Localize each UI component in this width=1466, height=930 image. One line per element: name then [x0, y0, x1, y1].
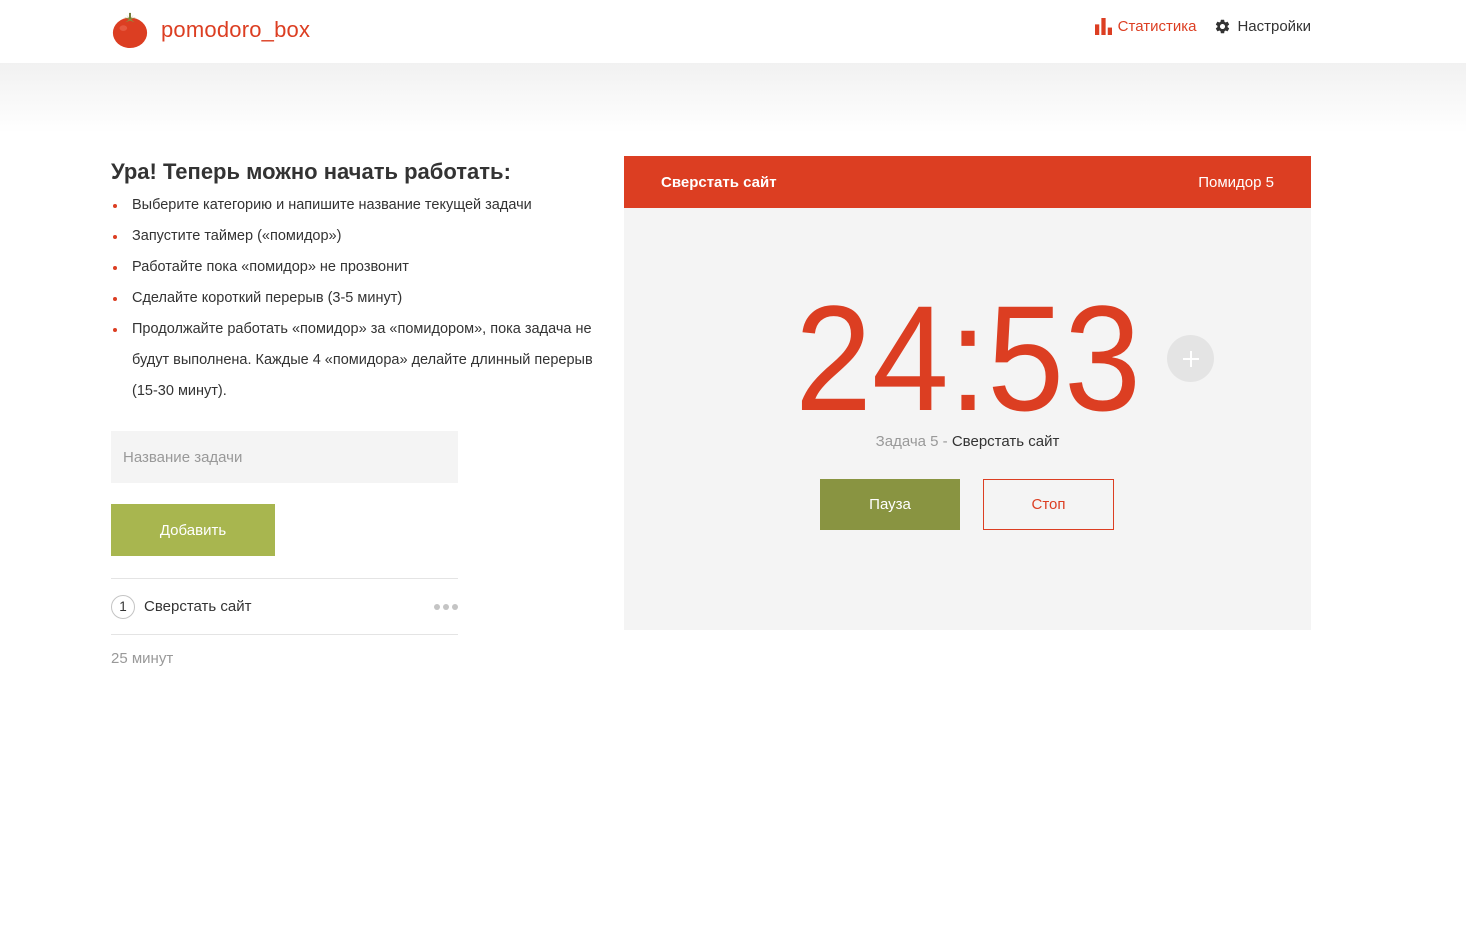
timer-header: Сверстать сайт Помидор 5 [624, 156, 1311, 208]
bar-chart-icon [1094, 18, 1112, 35]
task-name-input[interactable] [111, 431, 458, 483]
total-time: 25 минут [111, 650, 174, 667]
logo-text: pomodoro_box [161, 17, 311, 42]
nav-statistics-link[interactable]: Статистика [1094, 18, 1197, 35]
timer-card: Сверстать сайт Помидор 5 24:53 Задача 5 … [624, 156, 1311, 630]
instruction-item: Продолжайте работать «помидор» за «помид… [111, 314, 601, 407]
task-name: Сверстать сайт [144, 598, 252, 615]
task-menu-button[interactable] [428, 598, 458, 616]
nav-statistics-label: Статистика [1117, 18, 1197, 35]
timer-caption-label: Задача 5 - [875, 433, 952, 450]
nav-settings-link[interactable]: Настройки [1214, 18, 1311, 35]
header-shadow [0, 63, 1466, 133]
logo[interactable]: pomodoro_box [111, 11, 310, 49]
add-task-button[interactable]: Добавить [111, 504, 275, 556]
top-nav: Статистика Настройки [1094, 18, 1311, 35]
pomodoro-number: Помидор 5 [1198, 173, 1274, 191]
app-header: pomodoro_box Статистика Настройки [0, 0, 1466, 63]
add-time-button[interactable] [1167, 335, 1214, 382]
more-dot-icon [452, 603, 458, 610]
timer-caption: Задача 5 - Сверстать сайт [624, 433, 1311, 450]
plus-icon [1182, 350, 1199, 367]
instruction-item: Запустите таймер («помидор») [111, 221, 601, 252]
timer-task-title: Сверстать сайт [661, 173, 777, 191]
intro-section: Ура! Теперь можно начать работать: Выбер… [111, 158, 601, 407]
instruction-item: Сделайте короткий перерыв (3-5 минут) [111, 283, 601, 314]
instruction-item: Выберите категорию и напишите название т… [111, 190, 601, 221]
intro-title: Ура! Теперь можно начать работать: [111, 159, 511, 184]
task-list-item[interactable]: 1 Сверстать сайт [111, 578, 458, 635]
instruction-item: Работайте пока «помидор» не прозвонит [111, 252, 601, 283]
more-dot-icon [434, 603, 440, 610]
timer-digits: 24:53 [795, 284, 1141, 424]
pomodoro-count-badge: 1 [111, 594, 135, 619]
more-dot-icon [443, 603, 449, 610]
timer-caption-task: Сверстать сайт [951, 433, 1060, 450]
tomato-icon [112, 12, 148, 49]
stop-button[interactable]: Стоп [983, 479, 1114, 530]
nav-settings-label: Настройки [1237, 18, 1311, 35]
timer-time: 24:53 [795, 284, 1141, 424]
pause-button[interactable]: Пауза [820, 479, 960, 530]
instructions-list: Выберите категорию и напишите название т… [111, 190, 601, 407]
gear-icon [1216, 19, 1230, 34]
